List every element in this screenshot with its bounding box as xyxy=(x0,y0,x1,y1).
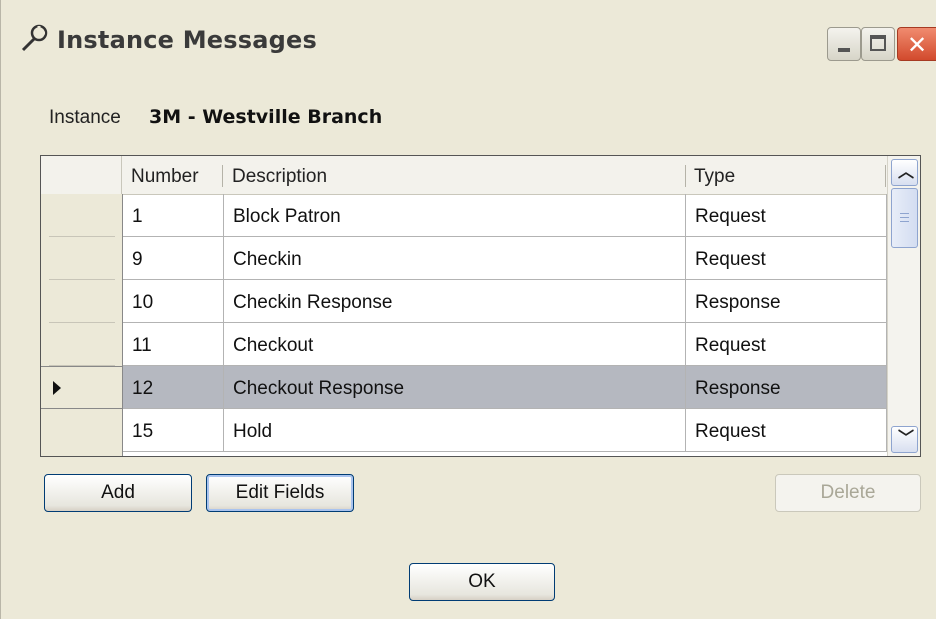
add-button[interactable]: Add xyxy=(44,474,192,512)
vertical-scrollbar[interactable]: ︿ ﹀ xyxy=(887,156,920,456)
column-header-number[interactable]: Number xyxy=(123,156,223,194)
row-header-divider xyxy=(49,236,115,237)
cell-description: Checkin Response xyxy=(224,280,686,323)
window-title: Instance Messages xyxy=(57,26,317,54)
column-header-description[interactable]: Description xyxy=(224,156,686,194)
cell-description: Checkout Response xyxy=(224,366,686,409)
cell-number: 9 xyxy=(123,237,224,280)
row-header-divider xyxy=(49,322,115,323)
cell-number: 12 xyxy=(123,366,224,409)
minimize-button[interactable] xyxy=(827,27,861,61)
edit-fields-button[interactable]: Edit Fields xyxy=(206,474,354,512)
column-divider[interactable] xyxy=(222,165,223,187)
cell-type: Response xyxy=(686,366,887,409)
title-bar[interactable]: Instance Messages ✕ xyxy=(1,0,936,86)
grip-line xyxy=(900,221,909,222)
cell-number: 1 xyxy=(123,194,224,237)
instance-label: Instance xyxy=(49,107,121,128)
cell-description: Block Patron xyxy=(224,194,686,237)
tools-icon xyxy=(21,24,48,52)
cell-type: Request xyxy=(686,194,887,237)
cell-description: Checkout xyxy=(224,323,686,366)
cell-type: Request xyxy=(686,323,887,366)
scroll-down-button[interactable]: ﹀ xyxy=(891,426,918,453)
table-row[interactable]: 9 Checkin Request xyxy=(123,237,887,280)
cell-type: Request xyxy=(686,237,887,280)
close-button[interactable]: ✕ xyxy=(897,27,936,61)
row-header-divider xyxy=(49,279,115,280)
table-row-selected[interactable]: 12 Checkout Response Response xyxy=(123,366,887,409)
instance-value: 3M - Westville Branch xyxy=(149,106,383,128)
messages-grid[interactable]: Number Description Type 1 Block Patron R… xyxy=(40,155,921,457)
minimize-icon xyxy=(838,48,850,52)
instance-messages-window: Instance Messages ✕ Instance 3M - Westvi… xyxy=(0,0,936,619)
row-header-selected[interactable] xyxy=(41,366,122,409)
table-row[interactable]: 10 Checkin Response Response xyxy=(123,280,887,323)
cell-description: Hold xyxy=(224,409,686,452)
ok-button[interactable]: OK xyxy=(409,563,555,601)
grip-line xyxy=(900,217,909,218)
grid-header: Number Description Type xyxy=(41,156,887,195)
table-row[interactable]: 1 Block Patron Request xyxy=(123,194,887,237)
row-header-column xyxy=(41,194,123,456)
grip-line xyxy=(900,213,909,214)
scroll-down-icon: ﹀ xyxy=(898,430,915,447)
maximize-icon xyxy=(870,35,886,51)
table-row[interactable]: 11 Checkout Request xyxy=(123,323,887,366)
cell-number: 10 xyxy=(123,280,224,323)
scroll-up-button[interactable]: ︿ xyxy=(891,159,918,186)
cell-number: 11 xyxy=(123,323,224,366)
table-row[interactable]: 15 Hold Request xyxy=(123,409,887,452)
column-header-type[interactable]: Type xyxy=(686,156,886,194)
scroll-thumb[interactable] xyxy=(891,188,918,248)
close-icon: ✕ xyxy=(907,31,928,59)
cell-type: Response xyxy=(686,280,887,323)
column-divider[interactable] xyxy=(885,165,886,187)
cell-type: Request xyxy=(686,409,887,452)
scroll-up-icon: ︿ xyxy=(898,164,915,181)
cell-number: 15 xyxy=(123,409,224,452)
cell-description: Checkin xyxy=(224,237,686,280)
corner-header xyxy=(41,156,122,194)
maximize-button[interactable] xyxy=(861,27,895,61)
row-pointer-icon xyxy=(53,381,61,395)
delete-button[interactable]: Delete xyxy=(775,474,921,512)
